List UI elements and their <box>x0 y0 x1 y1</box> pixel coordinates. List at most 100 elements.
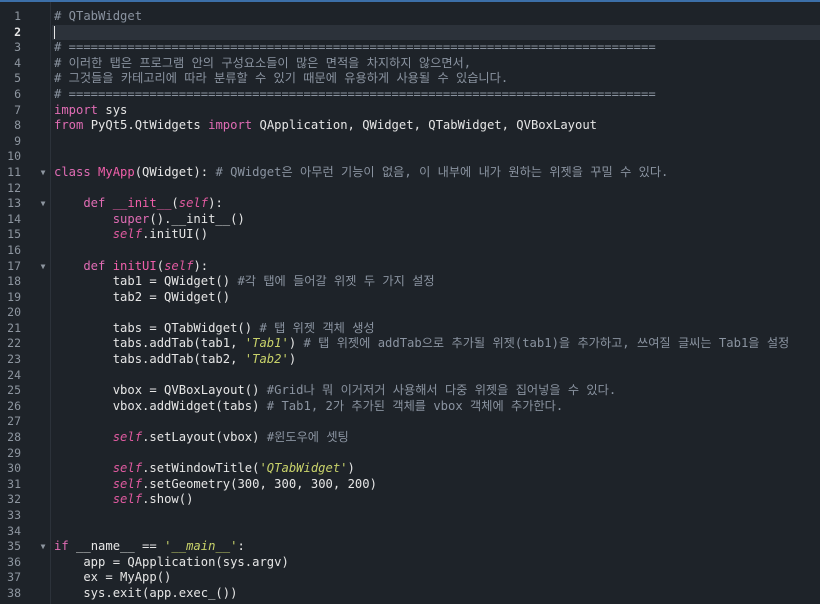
code-line-area[interactable]: # QTabWidget <box>52 9 820 25</box>
code-line[interactable]: 5 # 그것들을 카테고리에 따라 분류할 수 있기 때문에 유용하게 사용될 수… <box>0 71 820 87</box>
code-text: # QTabWidget <box>54 9 142 25</box>
code-line-area[interactable]: # ======================================… <box>52 87 820 103</box>
code-line-area[interactable]: self.setLayout(vbox) #윈도우에 셋팅 <box>52 430 820 446</box>
code-line-area[interactable]: self.show() <box>52 492 820 508</box>
code-line[interactable]: 37 ex = MyApp() <box>0 570 820 586</box>
code-line[interactable]: 25 vbox = QVBoxLayout() #Grid나 뭐 이거저거 사용… <box>0 383 820 399</box>
code-line-area[interactable] <box>52 508 820 524</box>
code-line-area[interactable] <box>52 446 820 462</box>
code-text: vbox = QVBoxLayout() #Grid나 뭐 이거저거 사용해서 … <box>54 383 617 399</box>
code-line[interactable]: 19 tab2 = QWidget() <box>0 290 820 306</box>
code-line-area[interactable]: if __name__ == '__main__': <box>52 539 820 555</box>
code-line[interactable]: 15 self.initUI() <box>0 227 820 243</box>
line-number: 10 <box>7 149 21 164</box>
code-line-area[interactable]: def __init__(self): <box>52 196 820 212</box>
code-line[interactable]: 33 <box>0 508 820 524</box>
fold-triangle-icon[interactable]: ▼ <box>38 539 48 555</box>
code-line[interactable]: 21 tabs = QTabWidget() # 탭 위젯 객체 생성 <box>0 321 820 337</box>
code-line-area[interactable]: tabs.addTab(tab1, 'Tab1') # 탭 위젯에 addTab… <box>52 336 820 352</box>
code-line[interactable]: 31 self.setGeometry(300, 300, 300, 200) <box>0 477 820 493</box>
code-line[interactable]: 22 tabs.addTab(tab1, 'Tab1') # 탭 위젯에 add… <box>0 336 820 352</box>
code-line[interactable]: 29 <box>0 446 820 462</box>
code-line-area[interactable]: ex = MyApp() <box>52 570 820 586</box>
code-line[interactable]: 34 <box>0 524 820 540</box>
text-cursor <box>54 25 55 39</box>
code-text: sys.exit(app.exec_()) <box>54 586 237 602</box>
fold-triangle-icon[interactable]: ▼ <box>38 259 48 275</box>
code-line[interactable]: 14 super().__init__() <box>0 212 820 228</box>
code-line-area[interactable]: self.setGeometry(300, 300, 300, 200) <box>52 477 820 493</box>
code-line[interactable]: 38 sys.exit(app.exec_()) <box>0 586 820 602</box>
code-token-plain: tabs = QTabWidget() <box>54 320 260 335</box>
code-line[interactable]: 3 # =====================================… <box>0 40 820 56</box>
code-line-area[interactable] <box>52 134 820 150</box>
code-line-area[interactable]: # 그것들을 카테고리에 따라 분류할 수 있기 때문에 유용하게 사용될 수 … <box>52 71 820 87</box>
code-line[interactable]: 2 <box>0 24 820 41</box>
code-line-area[interactable]: super().__init__() <box>52 212 820 228</box>
code-line-area[interactable]: app = QApplication(sys.argv) <box>52 555 820 571</box>
code-line-area[interactable]: sys.exit(app.exec_()) <box>52 586 820 602</box>
code-line-area[interactable]: tabs.addTab(tab2, 'Tab2') <box>52 352 820 368</box>
code-line-area[interactable] <box>52 24 820 41</box>
code-line[interactable]: 18 tab1 = QWidget() #각 탭에 들어갈 위젯 두 가지 설정 <box>0 274 820 290</box>
code-line[interactable]: 12 <box>0 181 820 197</box>
code-line-area[interactable]: from PyQt5.QtWidgets import QApplication… <box>52 118 820 134</box>
code-line-area[interactable]: self.setWindowTitle('QTabWidget') <box>52 461 820 477</box>
code-line-area[interactable]: vbox = QVBoxLayout() #Grid나 뭐 이거저거 사용해서 … <box>52 383 820 399</box>
code-line-area[interactable]: def initUI(self): <box>52 259 820 275</box>
code-line-area[interactable] <box>52 243 820 259</box>
code-line[interactable]: 36 app = QApplication(sys.argv) <box>0 555 820 571</box>
code-line-area[interactable] <box>52 414 820 430</box>
code-lines[interactable]: 1 # QTabWidget 2 3 # =======================… <box>0 9 820 602</box>
code-line-area[interactable]: class MyApp(QWidget): # QWidget은 아무런 기능이… <box>52 165 820 181</box>
code-line-area[interactable]: tabs = QTabWidget() # 탭 위젯 객체 생성 <box>52 321 820 337</box>
code-line[interactable]: 4 # 이러한 탭은 프로그램 안의 구성요소들이 많은 면적을 차지하지 않으면… <box>0 56 820 72</box>
code-line[interactable]: 23 tabs.addTab(tab2, 'Tab2') <box>0 352 820 368</box>
code-line[interactable]: 10 <box>0 149 820 165</box>
code-line[interactable]: 9 <box>0 134 820 150</box>
code-line-area[interactable]: # 이러한 탭은 프로그램 안의 구성요소들이 많은 면적을 차지하지 않으면서… <box>52 56 820 72</box>
code-token-kw: def <box>54 258 113 273</box>
code-line[interactable]: 13 ▼ def __init__(self): <box>0 196 820 212</box>
code-editor[interactable]: 1 # QTabWidget 2 3 # =======================… <box>0 0 820 604</box>
code-line-area[interactable]: self.initUI() <box>52 227 820 243</box>
code-token-str: '__main__' <box>164 539 238 554</box>
code-line-area[interactable]: vbox.addWidget(tabs) # Tab1, 2가 추가된 객체를 … <box>52 399 820 415</box>
code-line[interactable]: 1 # QTabWidget <box>0 9 820 25</box>
code-line[interactable]: 11 ▼ class MyApp(QWidget): # QWidget은 아무런 … <box>0 165 820 181</box>
code-line[interactable]: 24 <box>0 368 820 384</box>
fold-triangle-icon[interactable]: ▼ <box>38 196 48 212</box>
code-line[interactable]: 26 vbox.addWidget(tabs) # Tab1, 2가 추가된 객… <box>0 399 820 415</box>
code-line-area[interactable] <box>52 524 820 540</box>
code-token-plain: , <box>332 476 348 491</box>
code-line-area[interactable] <box>52 368 820 384</box>
code-line-area[interactable]: import sys <box>52 103 820 119</box>
code-line[interactable]: 20 <box>0 305 820 321</box>
fold-triangle-icon[interactable]: ▼ <box>38 165 48 181</box>
line-number: 29 <box>7 445 21 460</box>
code-line[interactable]: 30 self.setWindowTitle('QTabWidget') <box>0 461 820 477</box>
code-line[interactable]: 17 ▼ def initUI(self): <box>0 259 820 275</box>
code-line[interactable]: 27 <box>0 414 820 430</box>
code-line[interactable]: 16 <box>0 243 820 259</box>
code-line[interactable]: 32 self.show() <box>0 492 820 508</box>
line-number: 38 <box>7 585 21 600</box>
code-line-area[interactable]: tab2 = QWidget() <box>52 290 820 306</box>
code-line[interactable]: 28 self.setLayout(vbox) #윈도우에 셋팅 <box>0 430 820 446</box>
line-number: 8 <box>14 118 21 133</box>
code-line[interactable]: 6 # =====================================… <box>0 87 820 103</box>
line-number: 11 <box>7 164 21 179</box>
line-number: 34 <box>7 523 21 538</box>
code-line[interactable]: 7 import sys <box>0 103 820 119</box>
code-token-str: 'Tab1' <box>244 336 289 351</box>
code-line-area[interactable]: # ======================================… <box>52 40 820 56</box>
code-line[interactable]: 35 ▼ if __name__ == '__main__': <box>0 539 820 555</box>
code-line-area[interactable] <box>52 305 820 321</box>
code-token-plain: ( <box>156 258 165 273</box>
code-line-area[interactable] <box>52 181 820 197</box>
code-text: # 이러한 탭은 프로그램 안의 구성요소들이 많은 면적을 차지하지 않으면서… <box>54 56 471 72</box>
code-line[interactable]: 8 from PyQt5.QtWidgets import QApplicatio… <box>0 118 820 134</box>
code-line-area[interactable]: tab1 = QWidget() #각 탭에 들어갈 위젯 두 가지 설정 <box>52 274 820 290</box>
code-line-area[interactable] <box>52 149 820 165</box>
code-text: tab2 = QWidget() <box>54 290 230 306</box>
